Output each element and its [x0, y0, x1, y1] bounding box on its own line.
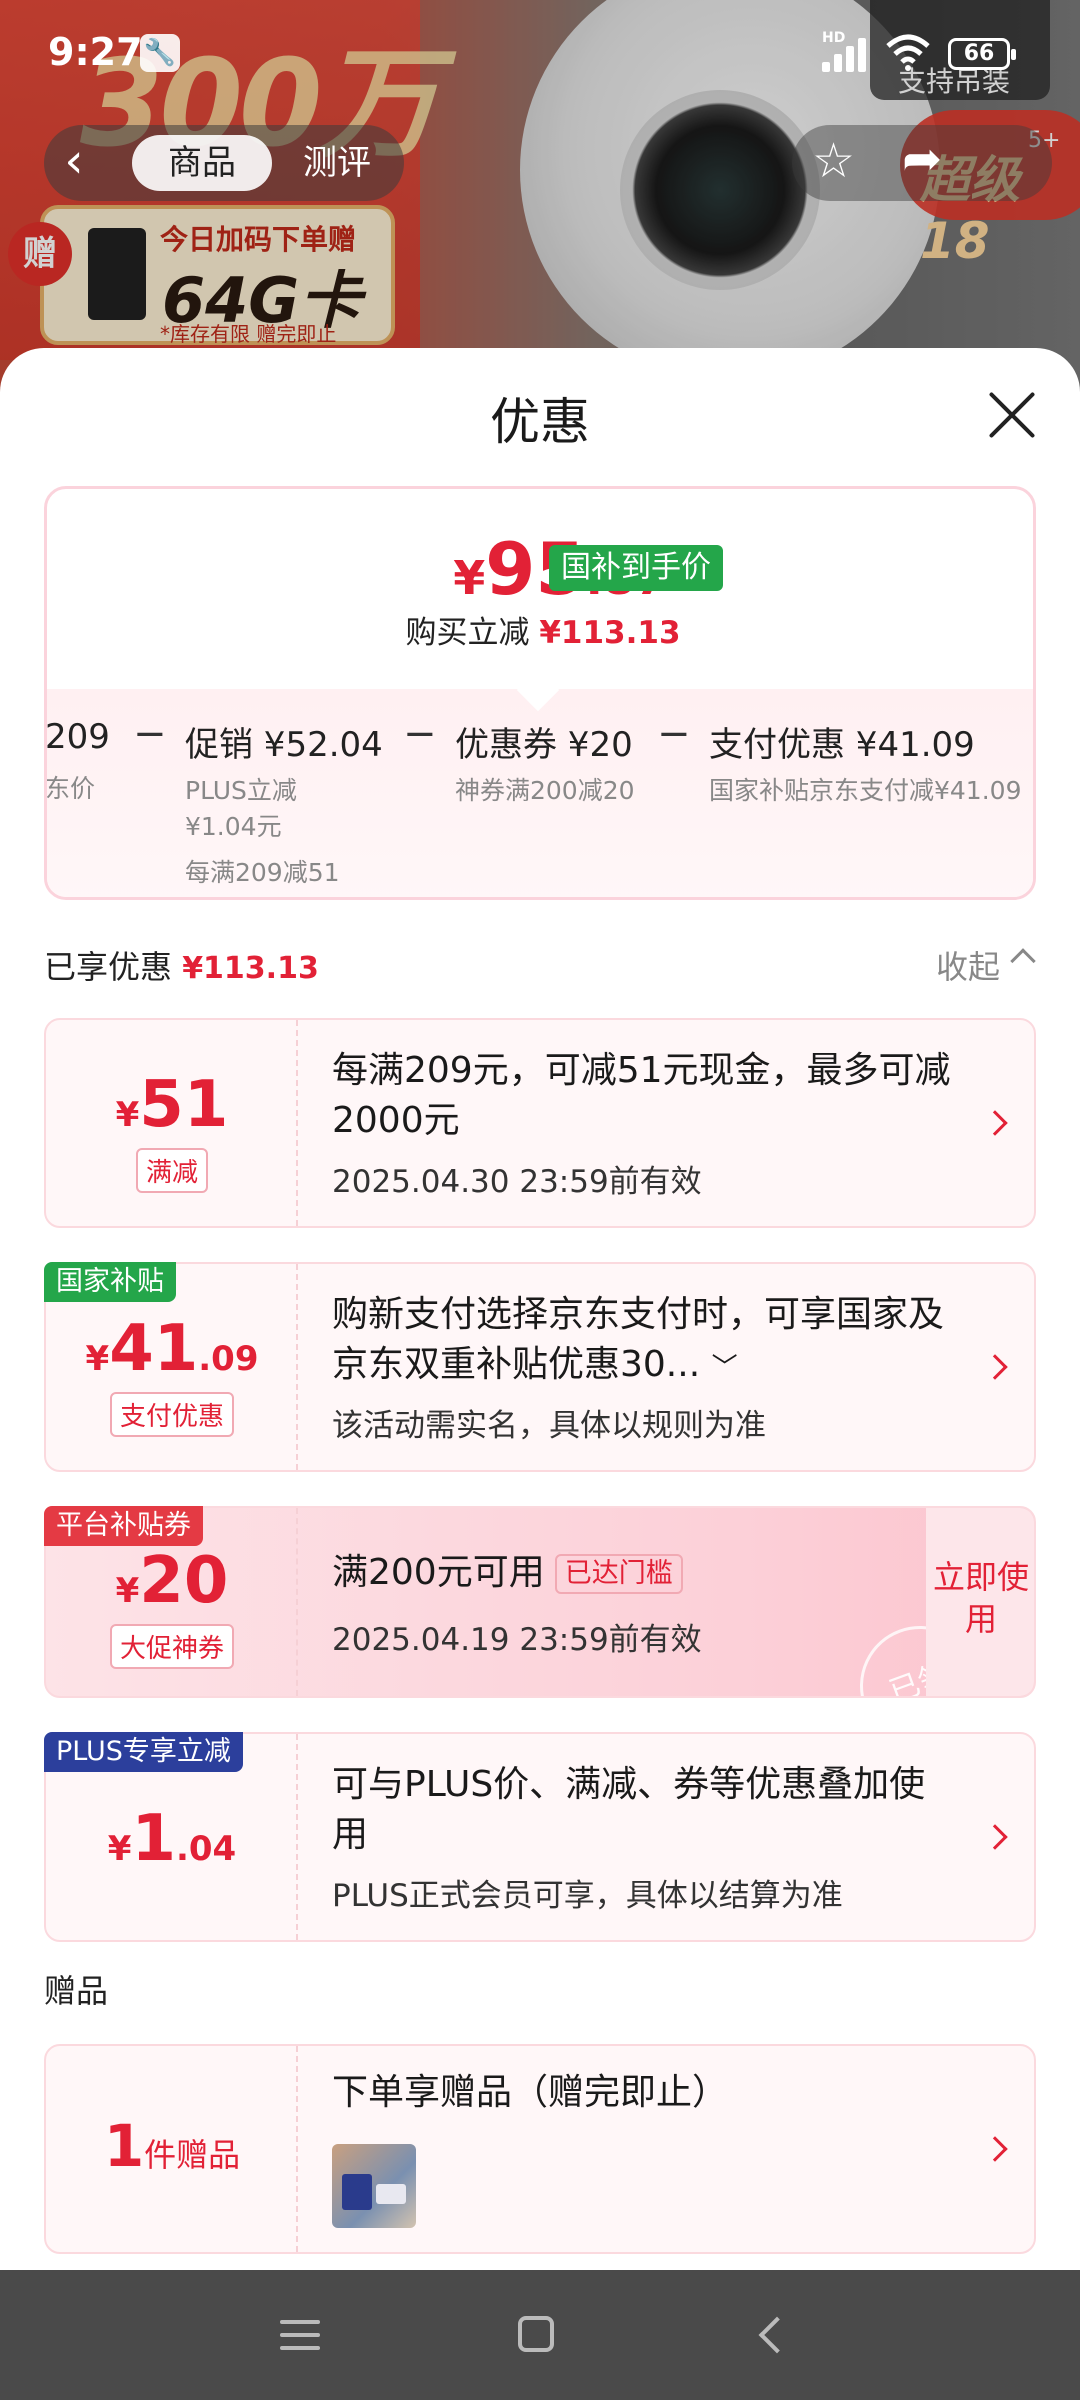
instant-savings: 购买立减 ¥113.13: [405, 615, 681, 651]
breakdown-payment: 支付优惠 ¥41.09: [709, 725, 975, 765]
breakdown-plus-amount: ¥1.04元: [185, 812, 282, 841]
use-now-button[interactable]: 立即使用: [926, 1508, 1034, 1696]
coupon-amount: ¥51: [115, 1068, 229, 1142]
breakdown-plus-discount: PLUS立减: [185, 776, 297, 805]
coupon-amount: ¥1.04: [107, 1802, 237, 1876]
chevron-right-icon[interactable]: [982, 1110, 1008, 1136]
breakdown-coupon-desc: 神券满200减20: [455, 776, 635, 805]
breakdown-coupon: 优惠券 ¥20: [455, 725, 633, 765]
coupon-card-full-reduction[interactable]: ¥51 满减 每满209元，可减51元现金，最多可减2000元 2025.04.…: [44, 1018, 1036, 1228]
close-icon[interactable]: [984, 388, 1038, 442]
gift-description: 下单享赠品（赠完即止）: [332, 2072, 729, 2113]
status-bar: 9:27 🔧 HD 66: [0, 0, 1080, 100]
coupon-kind: 满减: [46, 1148, 298, 1193]
back-nav-icon[interactable]: [758, 2316, 796, 2354]
threshold-reached-badge: 已达门槛: [554, 1554, 683, 1594]
platform-subsidy-tag: 平台补贴券: [44, 1506, 203, 1546]
chevron-right-icon[interactable]: [982, 1824, 1008, 1850]
coupon-description: 满200元可用 已达门槛: [332, 1548, 683, 1598]
breakdown-jd-price: 209: [45, 717, 110, 757]
signal-icon: [822, 36, 872, 72]
product-navbar: ‹ 商品 测评 ☆ ➦: [22, 125, 1052, 201]
coupon-note: 该活动需实名，具体以规则为准: [332, 1408, 766, 1444]
tab-product[interactable]: 商品: [132, 135, 272, 191]
breakdown-payment-desc: 国家补贴京东支付减¥41.09: [709, 776, 1022, 805]
coupon-kind: 支付优惠: [46, 1392, 298, 1437]
battery-icon: 66: [948, 38, 1016, 70]
chevron-right-icon[interactable]: [982, 2136, 1008, 2162]
coupon-card-payment[interactable]: ¥41.09 支付优惠 购新支付选择京东支付时，可享国家及京东双重补贴优惠30.…: [44, 1262, 1036, 1472]
coupon-description: 购新支付选择京东支付时，可享国家及京东双重补贴优惠30... ﹀: [332, 1294, 945, 1385]
chevron-down-icon[interactable]: ﹀: [712, 1353, 738, 1383]
minus-sign: −: [657, 711, 691, 757]
wrench-icon: 🔧: [140, 34, 180, 72]
tab-review[interactable]: 测评: [272, 135, 402, 191]
menu-icon[interactable]: [280, 2320, 320, 2350]
breakdown-promotion: 促销 ¥52.04: [185, 725, 383, 765]
coupon-kind: 大促神券: [46, 1624, 298, 1669]
favorite-star-icon[interactable]: ☆: [812, 133, 855, 189]
minus-sign: −: [403, 711, 437, 757]
status-time: 9:27: [48, 30, 143, 74]
plus-exclusive-tag: PLUS专享立减: [44, 1732, 243, 1772]
coupon-amount: ¥20: [115, 1544, 229, 1618]
minus-sign: −: [133, 711, 167, 757]
chevron-right-icon[interactable]: [982, 1354, 1008, 1380]
breakdown-jd-price-label: 东价: [45, 774, 96, 803]
coupon-amount: ¥41.09: [85, 1312, 259, 1386]
breakdown-full-reduction: 每满209减51: [185, 858, 340, 887]
chevron-up-icon[interactable]: [1010, 948, 1036, 974]
back-icon[interactable]: ‹: [44, 125, 104, 201]
national-subsidy-tag: 国家补贴: [44, 1262, 176, 1302]
coupon-description: 每满209元，可减51元现金，最多可减2000元: [332, 1050, 951, 1141]
gift-section-title: 赠品: [44, 1972, 109, 2010]
sheet-title: 优惠: [490, 393, 590, 451]
coupon-validity: 2025.04.30 23:59前有效: [332, 1164, 702, 1200]
national-subsidy-price-tag: 国补到手价: [549, 545, 723, 591]
enjoyed-discount-header: 已享优惠 ¥113.13: [44, 948, 319, 986]
collapse-button[interactable]: 收起: [936, 942, 1000, 988]
gift-thumbnail: [332, 2144, 416, 2228]
coupon-description: 可与PLUS价、满减、券等优惠叠加使用: [332, 1764, 926, 1855]
price-summary-box: ¥95.87 国补到手价 购买立减 ¥113.13 209 东价 − 促销 ¥5…: [44, 486, 1036, 900]
coupon-note: PLUS正式会员可享，具体以结算为准: [332, 1878, 843, 1914]
share-icon[interactable]: ➦: [902, 131, 942, 187]
home-icon[interactable]: [518, 2316, 554, 2352]
system-navigation-bar: [0, 2270, 1080, 2400]
discount-sheet: 优惠 ¥95.87 国补到手价 购买立减 ¥113.13 209 东价 − 促销…: [0, 348, 1080, 2270]
coupon-validity: 2025.04.19 23:59前有效: [332, 1622, 702, 1658]
gift-count: 1件赠品: [103, 2112, 241, 2180]
wifi-icon: [886, 34, 930, 71]
gift-card[interactable]: 1件赠品 下单享赠品（赠完即止）: [44, 2044, 1036, 2254]
